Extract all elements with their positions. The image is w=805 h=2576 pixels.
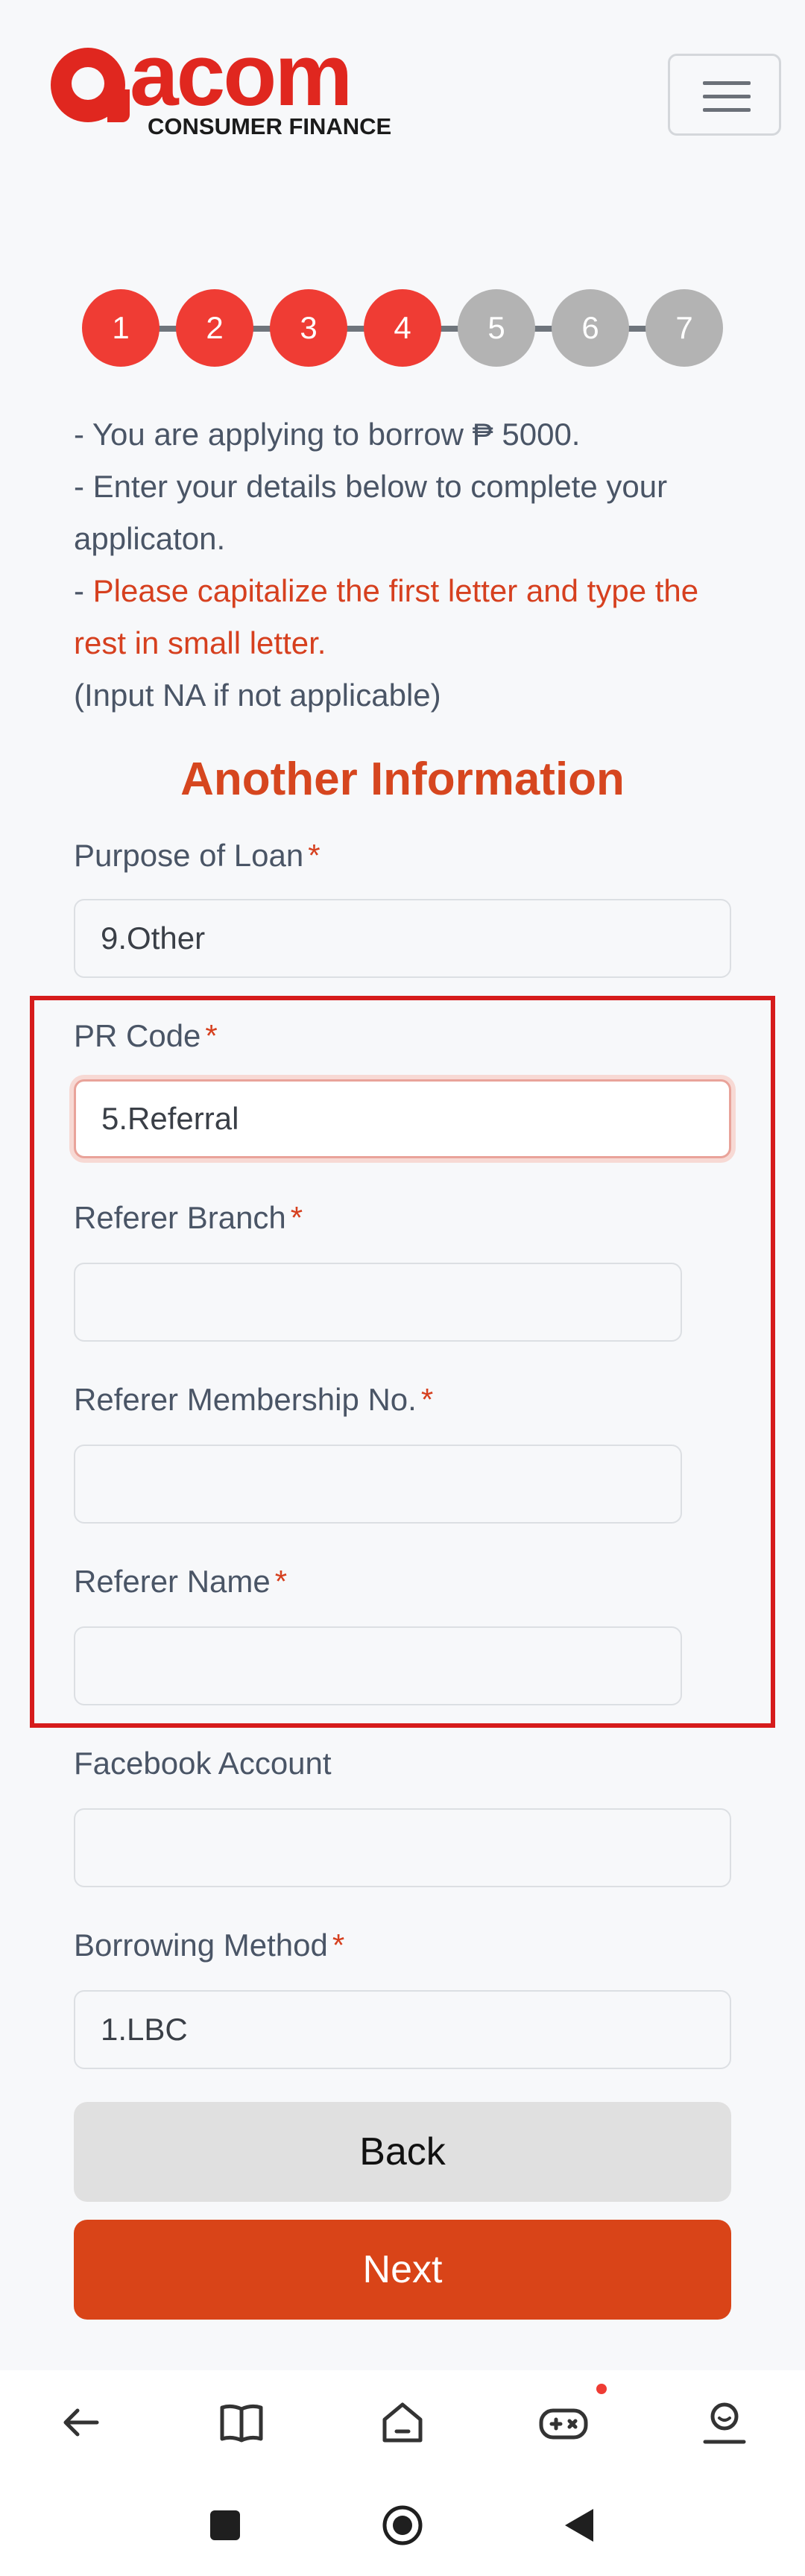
back-triangle-icon[interactable] [564, 2507, 596, 2543]
intro-enter-details: - Enter your details below to complete y… [74, 469, 668, 556]
step-6: 6 [552, 289, 629, 367]
pr-code-label: PR Code * [74, 1018, 218, 1054]
warning-text: Please capitalize the first letter and t… [74, 573, 699, 660]
system-navigation-bar [0, 2475, 805, 2576]
notification-dot [596, 2384, 607, 2394]
referer-membership-label: Referer Membership No. * [74, 1382, 433, 1418]
step-1: 1 [82, 289, 160, 367]
logo-word: acom [130, 26, 353, 124]
header: acom CONSUMER FINANCE [0, 0, 805, 186]
hamburger-line [703, 95, 751, 98]
required-marker: * [205, 1018, 218, 1053]
required-marker: * [290, 1200, 303, 1235]
pr-code-select[interactable]: 5.Referral [74, 1079, 731, 1158]
progress-stepper: 1 2 3 4 5 6 7 [82, 289, 723, 367]
step-2: 2 [176, 289, 253, 367]
acom-logo-mark-icon [51, 48, 130, 122]
step-5: 5 [458, 289, 535, 367]
gamepad-icon[interactable] [534, 2393, 593, 2452]
referer-name-input[interactable] [74, 1626, 682, 1705]
label-text: Referer Branch [74, 1200, 286, 1235]
acom-logo[interactable]: acom CONSUMER FINANCE [51, 31, 401, 145]
logo-subtitle: CONSUMER FINANCE [148, 113, 392, 139]
next-button[interactable]: Next [74, 2220, 731, 2320]
label-text: Purpose of Loan [74, 838, 304, 873]
bottom-navigation [0, 2370, 805, 2475]
label-text: Referer Membership No. [74, 1382, 417, 1417]
referer-branch-label: Referer Branch * [74, 1200, 303, 1236]
label-text: Facebook Account [74, 1746, 332, 1781]
warning-prefix: - [74, 573, 93, 608]
select-value: 1.LBC [101, 2012, 188, 2047]
select-value: 5.Referral [101, 1101, 239, 1136]
label-text: PR Code [74, 1018, 201, 1053]
step-7: 7 [645, 289, 723, 367]
back-button[interactable]: Back [74, 2102, 731, 2202]
hamburger-menu-icon [703, 81, 751, 85]
back-arrow-icon[interactable] [51, 2393, 110, 2452]
required-marker: * [308, 838, 321, 873]
select-value: 9.Other [101, 921, 206, 956]
hamburger-line [703, 108, 751, 112]
recents-square-icon[interactable] [210, 2510, 240, 2540]
required-marker: * [420, 1382, 434, 1417]
purpose-of-loan-select[interactable]: 9.Other [74, 899, 731, 978]
borrowing-method-select[interactable]: 1.LBC [74, 1990, 731, 2069]
step-4: 4 [364, 289, 441, 367]
profile-icon[interactable] [695, 2393, 754, 2452]
referer-branch-input[interactable] [74, 1263, 682, 1342]
required-marker: * [274, 1564, 288, 1599]
home-icon[interactable] [373, 2393, 432, 2452]
facebook-account-label: Facebook Account [74, 1746, 332, 1781]
intro-instructions: - You are applying to borrow ₱ 5000. - E… [74, 408, 745, 722]
label-text: Referer Name [74, 1564, 271, 1599]
section-title: Another Information [180, 754, 625, 805]
book-icon[interactable] [212, 2393, 271, 2452]
required-marker: * [332, 1928, 345, 1963]
hamburger-menu-button[interactable] [668, 54, 781, 136]
referer-membership-input[interactable] [74, 1445, 682, 1524]
step-3: 3 [270, 289, 347, 367]
intro-capitalize-warning: - Please capitalize the first letter and… [74, 565, 745, 669]
purpose-of-loan-label: Purpose of Loan * [74, 838, 321, 874]
referer-name-label: Referer Name * [74, 1564, 287, 1600]
home-circle-icon[interactable] [382, 2504, 423, 2546]
intro-borrow-amount: - You are applying to borrow ₱ 5000. [74, 417, 581, 452]
intro-na-note: (Input NA if not applicable) [74, 678, 441, 713]
facebook-account-input[interactable] [74, 1808, 731, 1887]
borrowing-method-label: Borrowing Method * [74, 1928, 344, 1963]
label-text: Borrowing Method [74, 1928, 328, 1963]
